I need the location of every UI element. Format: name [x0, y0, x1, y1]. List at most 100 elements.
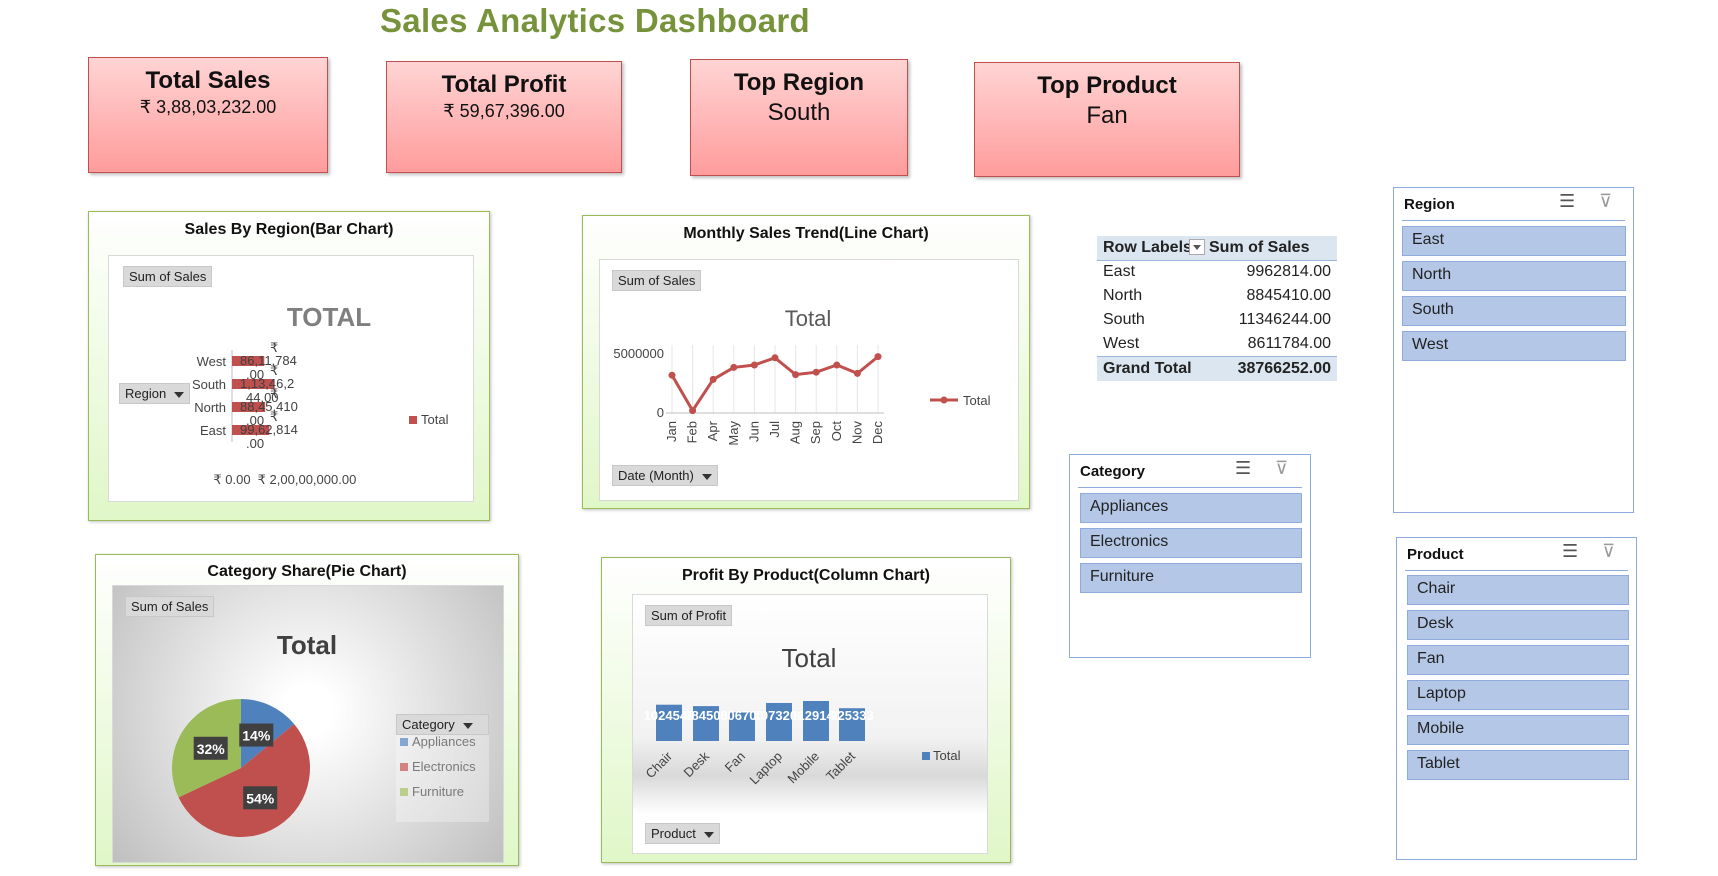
slicer-divider	[1405, 570, 1628, 571]
slicer-item[interactable]: Mobile	[1407, 715, 1629, 745]
data-label: 86,11,784	[240, 353, 297, 368]
kpi-value: ₹ 3,88,03,232.00	[139, 97, 277, 117]
x-tick-label: Feb	[685, 421, 700, 443]
x-tick-label: Sep	[808, 421, 823, 444]
slicer-item[interactable]: Desk	[1407, 610, 1629, 640]
plot-area: Sum of Sales Date (Month) Total 5000000 …	[599, 259, 1019, 501]
pivot-row[interactable]: South 11346244.00	[1097, 308, 1337, 332]
category-slicer[interactable]: Category ☰ ⊽ Appliances Electronics Furn…	[1069, 454, 1311, 658]
slicer-item[interactable]: West	[1402, 331, 1626, 361]
pie-legend[interactable]: Category	[396, 714, 489, 822]
slicer-item[interactable]: Electronics	[1080, 528, 1302, 558]
data-label: .00	[246, 413, 264, 428]
slicer-title: Category	[1080, 463, 1146, 480]
slicer-item[interactable]: South	[1402, 296, 1626, 326]
multi-select-icon[interactable]: ☰	[1559, 191, 1575, 212]
slicer-item[interactable]: Fan	[1407, 645, 1629, 675]
data-label: 14%	[242, 728, 271, 744]
data-point	[853, 369, 861, 377]
monthly-trend-line-chart[interactable]: Monthly Sales Trend(Line Chart) Sum of S…	[582, 215, 1030, 509]
x-tick-label: Tablet	[823, 748, 858, 783]
slicer-item[interactable]: Laptop	[1407, 680, 1629, 710]
profit-column-svg: Total Total 1024540Chair984500Desk806700…	[643, 643, 961, 788]
category-field-filter-button[interactable]: Category	[396, 714, 489, 735]
kpi-title: Top Product	[1037, 72, 1177, 99]
kpi-card-total-sales[interactable]: Total Sales ₹ 3,88,03,232.00	[88, 57, 328, 173]
chart-inner-title: Total	[277, 630, 337, 660]
slicer-title: Region	[1404, 196, 1455, 213]
pivot-row-value: 9962814.00	[1246, 263, 1331, 280]
pivot-row-value: 11346244.00	[1238, 311, 1331, 328]
x-tick-label: Laptop	[746, 749, 785, 788]
y-tick-label: South	[192, 377, 226, 392]
pivot-grand-total-row: Grand Total 38766252.00	[1097, 356, 1337, 381]
x-tick-label: Aug	[788, 421, 803, 444]
multi-select-icon[interactable]: ☰	[1235, 458, 1251, 479]
slicer-divider	[1402, 220, 1625, 221]
pivot-row-value: 8845410.00	[1246, 287, 1331, 304]
slicer-item[interactable]: Furniture	[1080, 563, 1302, 593]
data-point	[874, 353, 882, 361]
dashboard-title: Sales Analytics Dashboard	[380, 2, 810, 39]
region-bar-chart[interactable]: Sales By Region(Bar Chart) Sum of Sales …	[88, 211, 490, 521]
y-tick-label: East	[200, 423, 226, 438]
pivot-row-label: West	[1103, 335, 1140, 352]
y-tick-label: West	[197, 354, 227, 369]
pivot-row-label: North	[1103, 287, 1143, 304]
region-slicer[interactable]: Region ☰ ⊽ East North South West	[1393, 187, 1634, 513]
slicer-title: Product	[1407, 546, 1464, 563]
kpi-card-total-profit[interactable]: Total Profit ₹ 59,67,396.00	[386, 61, 622, 173]
slicer-divider	[1078, 487, 1302, 488]
kpi-card-top-region[interactable]: Top Region South	[690, 59, 908, 176]
chart-title: Category Share(Pie Chart)	[207, 563, 407, 580]
clear-filter-icon[interactable]: ⊽	[1599, 191, 1612, 212]
slicer-item[interactable]: Appliances	[1080, 493, 1302, 523]
clear-filter-icon[interactable]: ⊽	[1275, 458, 1288, 479]
x-tick-label: Jul	[767, 421, 782, 438]
kpi-value: ₹ 59,67,396.00	[443, 101, 565, 121]
kpi-card-top-product[interactable]: Top Product Fan	[974, 62, 1240, 177]
x-tick-label: May	[726, 421, 741, 446]
slicer-item[interactable]: East	[1402, 226, 1626, 256]
product-slicer[interactable]: Product ☰ ⊽ Chair Desk Fan Laptop Mobile…	[1396, 537, 1637, 860]
pivot-total-label: Grand Total	[1103, 360, 1192, 377]
chart-inner-title: Total	[782, 643, 837, 673]
slicer-item[interactable]: North	[1402, 261, 1626, 291]
data-label: 54%	[246, 790, 275, 806]
kpi-title: Total Profit	[441, 71, 567, 98]
legend-swatch	[409, 416, 417, 424]
data-point	[689, 407, 697, 415]
pivot-header-row-labels: Row Labels	[1103, 239, 1192, 256]
x-tick-label: Jun	[746, 421, 761, 442]
data-point	[812, 368, 820, 376]
legend-label: Total	[933, 748, 961, 763]
pivot-row[interactable]: East 9962814.00	[1097, 260, 1337, 284]
data-label: ₹	[270, 409, 278, 424]
data-label: ₹	[270, 363, 278, 378]
plot-area: Sum of Profit Product Total Total 102454…	[632, 594, 988, 854]
legend-marker	[940, 396, 948, 404]
row-labels-filter-button[interactable]	[1189, 239, 1205, 255]
trend-line-svg: Total 5000000 0 Total Jan Feb Apr May Jun Jul…	[613, 306, 990, 446]
x-tick-label: ₹ 2,00,00,000.00	[258, 472, 357, 487]
x-tick-label: Nov	[849, 421, 864, 445]
data-point	[709, 375, 717, 383]
pivot-row[interactable]: North 8845410.00	[1097, 284, 1337, 308]
data-point	[771, 354, 779, 362]
pivot-row[interactable]: West 8611784.00	[1097, 332, 1337, 356]
chart-title: Sales By Region(Bar Chart)	[184, 221, 394, 238]
x-tick-label: Dec	[870, 421, 885, 445]
profit-column-chart[interactable]: Profit By Product(Column Chart) Sum of P…	[601, 557, 1011, 863]
multi-select-icon[interactable]: ☰	[1562, 541, 1578, 562]
data-point	[792, 371, 800, 379]
clear-filter-icon[interactable]: ⊽	[1602, 541, 1615, 562]
slicer-item[interactable]: Tablet	[1407, 750, 1629, 780]
chart-inner-title: Total	[785, 306, 831, 331]
slicer-item[interactable]: Chair	[1407, 575, 1629, 605]
pivot-header-sum: Sum of Sales	[1209, 239, 1310, 256]
kpi-title: Total Sales	[145, 67, 271, 94]
y-tick-label: 5000000	[613, 346, 664, 361]
y-tick-label: 0	[657, 405, 664, 420]
y-tick-label: North	[194, 400, 226, 415]
category-pie-chart[interactable]: Category Share(Pie Chart) Sum of Sales T…	[95, 554, 519, 866]
